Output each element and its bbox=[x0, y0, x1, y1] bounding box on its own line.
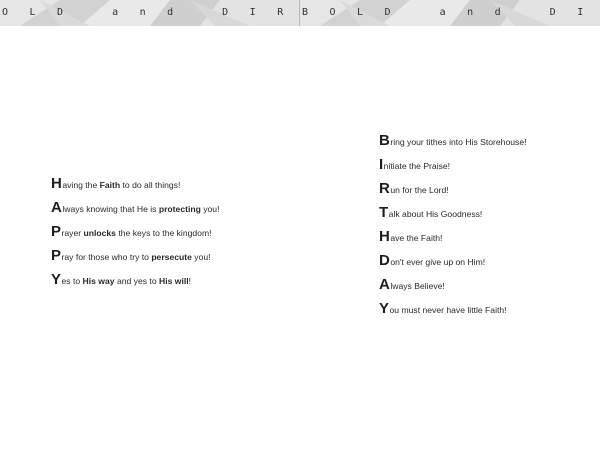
line-text: rayer bbox=[61, 228, 84, 238]
happy-line: Always knowing that He is protecting you… bbox=[51, 196, 219, 220]
page-divider bbox=[299, 0, 300, 26]
line-text: you! bbox=[191, 252, 211, 262]
acrostic-initial-letter: A bbox=[51, 199, 63, 216]
birthday-line: You must never have little Faith! bbox=[379, 297, 526, 321]
acrostic-initial-letter: Y bbox=[379, 300, 390, 317]
line-text: nitiate the Praise! bbox=[383, 161, 451, 171]
line-text: es to bbox=[61, 276, 83, 286]
header-banner-left: OLD and DIRECT bbox=[0, 0, 300, 26]
line-text: and yes to bbox=[114, 276, 159, 286]
acrostic-initial-letter: P bbox=[51, 247, 62, 264]
happy-line: Yes to His way and yes to His will! bbox=[51, 268, 219, 292]
acrostic-initial-letter: R bbox=[379, 180, 391, 197]
acrostic-initial-letter: Y bbox=[51, 271, 62, 288]
line-text: lways Believe! bbox=[390, 281, 445, 291]
birthday-line: Initiate the Praise! bbox=[379, 153, 526, 177]
line-text: ave the Faith! bbox=[390, 233, 443, 243]
acrostic-initial-letter: D bbox=[379, 252, 391, 269]
birthday-line: Bring your tithes into His Storehouse! bbox=[379, 129, 526, 153]
line-text: un for the Lord! bbox=[390, 185, 449, 195]
acrostic-initial-letter: T bbox=[379, 204, 389, 221]
emphasized-text: Faith bbox=[99, 180, 121, 190]
line-text: on't ever give up on Him! bbox=[390, 257, 486, 267]
birthday-acrostic: Bring your tithes into His Storehouse! In… bbox=[379, 129, 526, 321]
birthday-line: Talk about His Goodness! bbox=[379, 201, 526, 225]
birthday-line: Have the Faith! bbox=[379, 225, 526, 249]
acrostic-initial-letter: H bbox=[379, 228, 391, 245]
header-banner-right: BOLD and DIREC bbox=[300, 0, 600, 26]
happy-line: Prayer unlocks the keys to the kingdom! bbox=[51, 220, 219, 244]
emphasized-text: unlocks bbox=[83, 228, 116, 238]
acrostic-initial-letter: A bbox=[379, 276, 391, 293]
emphasized-text: His will bbox=[159, 276, 189, 286]
birthday-line: Run for the Lord! bbox=[379, 177, 526, 201]
line-text: alk about His Goodness! bbox=[388, 209, 483, 219]
happy-line: Pray for those who try to persecute you! bbox=[51, 244, 219, 268]
line-text: ring your tithes into His Storehouse! bbox=[390, 137, 527, 147]
emphasized-text: persecute bbox=[151, 252, 192, 262]
line-text: ! bbox=[188, 276, 191, 286]
emphasized-text: protecting bbox=[158, 204, 201, 214]
acrostic-initial-letter: H bbox=[51, 175, 63, 192]
line-text: ou must never have little Faith! bbox=[389, 305, 507, 315]
acrostic-initial-letter: P bbox=[51, 223, 62, 240]
line-text: aving the bbox=[62, 180, 100, 190]
emphasized-text: His way bbox=[82, 276, 115, 286]
line-text: to do all things! bbox=[120, 180, 181, 190]
line-text: you! bbox=[200, 204, 220, 214]
banner-text-left: OLD and DIRECT bbox=[2, 7, 300, 18]
line-text: the keys to the kingdom! bbox=[115, 228, 212, 238]
happy-acrostic: Having the Faith to do all things! Always… bbox=[51, 172, 219, 292]
birthday-line: Don't ever give up on Him! bbox=[379, 249, 526, 273]
banner-text-right: BOLD and DIREC bbox=[302, 7, 600, 18]
line-text: ray for those who try to bbox=[61, 252, 152, 262]
acrostic-initial-letter: B bbox=[379, 132, 391, 149]
line-text: lways knowing that He is bbox=[62, 204, 159, 214]
birthday-line: Always Believe! bbox=[379, 273, 526, 297]
happy-line: Having the Faith to do all things! bbox=[51, 172, 219, 196]
